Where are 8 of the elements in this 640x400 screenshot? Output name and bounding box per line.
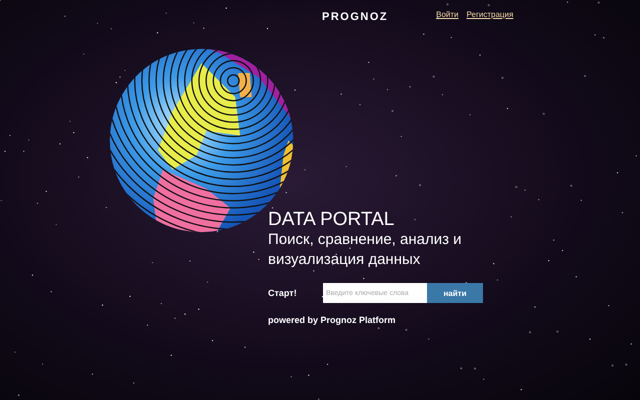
hero-subtitle: Поиск, сравнение, анализ и визуализация данных — [268, 230, 463, 270]
logo: PROGNOZ — [322, 11, 388, 23]
header-link[interactable]: Войти — [436, 10, 459, 18]
search-button[interactable]: найти — [427, 283, 483, 303]
header-link[interactable]: Регистрация — [466, 10, 514, 18]
powered-by-text: powered by Prognoz Platform — [268, 315, 397, 325]
hero-title: DATA PORTAL — [268, 210, 396, 230]
search-label: Старт! — [268, 288, 298, 298]
